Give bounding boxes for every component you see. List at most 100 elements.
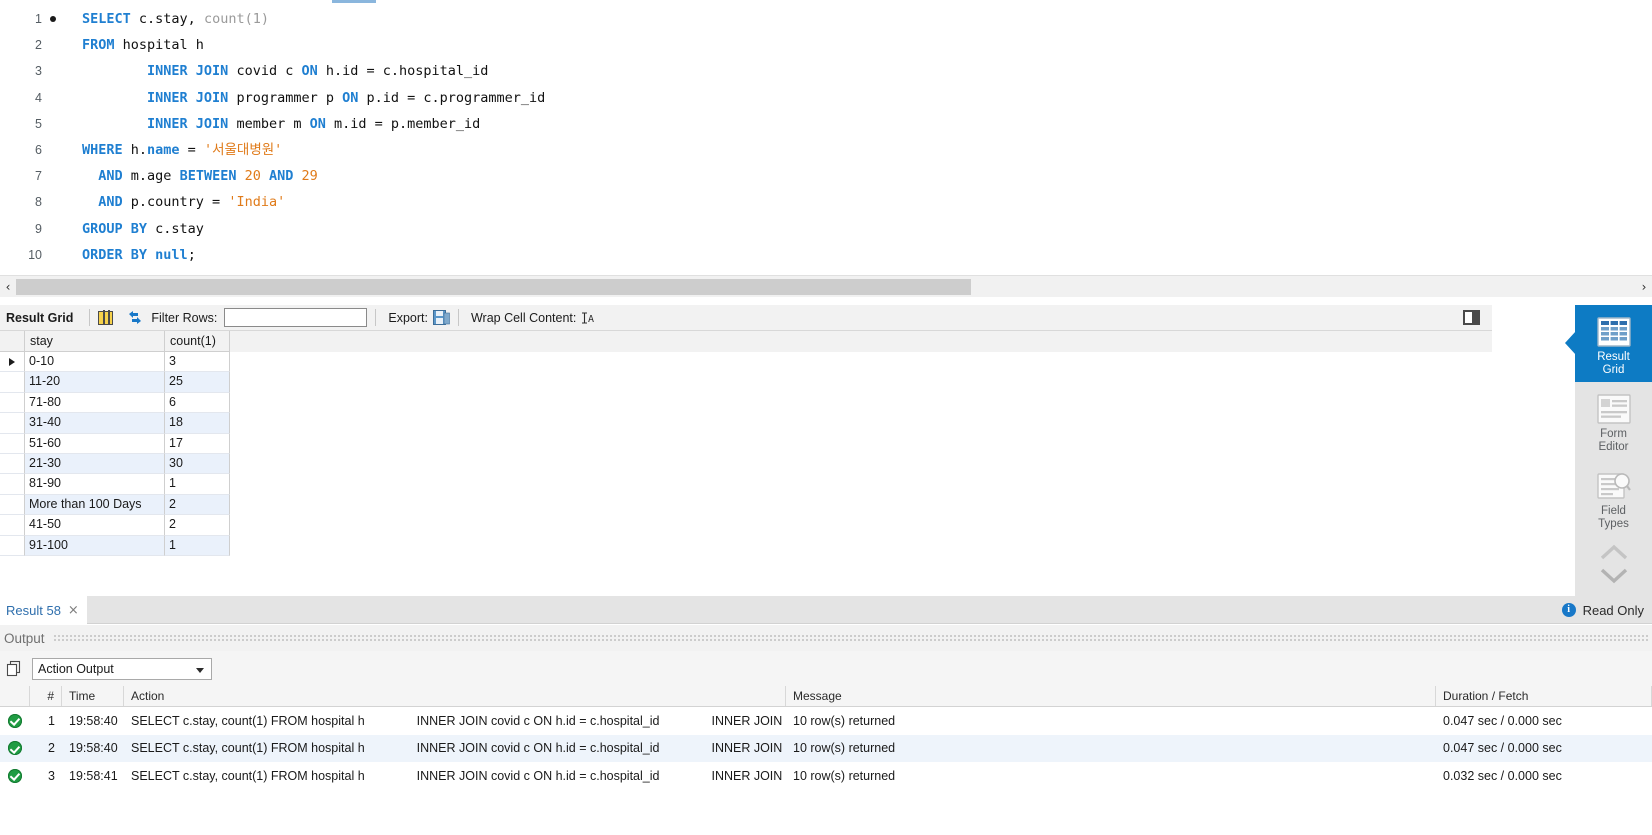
row-selector[interactable] bbox=[0, 535, 25, 556]
table-cell[interactable]: 51-60 bbox=[25, 433, 165, 454]
table-cell[interactable]: 11-20 bbox=[25, 372, 165, 393]
table-row[interactable]: 31-40 18 bbox=[0, 413, 1492, 434]
duration-cell: 0.047 sec / 0.000 sec bbox=[1443, 741, 1562, 756]
output-row[interactable]: 3 19:58:41 SELECT c.stay, count(1) FROM ho… bbox=[0, 762, 1652, 790]
row-selector[interactable] bbox=[0, 352, 25, 373]
code-line[interactable]: 9 GROUP BY c.stay bbox=[0, 216, 1652, 242]
side-tab-form-editor[interactable]: Form Editor bbox=[1575, 382, 1652, 459]
row-selector[interactable] bbox=[0, 372, 25, 393]
message-cell: 10 row(s) returned bbox=[793, 768, 896, 783]
row-selector[interactable] bbox=[0, 474, 25, 495]
table-row[interactable]: 11-20 25 bbox=[0, 372, 1492, 393]
export-icon[interactable] bbox=[432, 309, 450, 326]
table-cell[interactable]: 2 bbox=[165, 515, 230, 536]
success-icon bbox=[8, 713, 22, 728]
table-row[interactable]: 91-100 1 bbox=[0, 535, 1492, 556]
output-header-row: # Time Action Message Duration / Fetch bbox=[0, 686, 1652, 707]
code-line[interactable]: 10 ORDER BY null; bbox=[0, 242, 1652, 268]
scroll-right-arrow-icon[interactable]: › bbox=[1636, 276, 1652, 298]
current-row-marker-icon bbox=[9, 357, 15, 366]
code-line[interactable]: 5 INNER JOIN member m ON m.id = p.member… bbox=[0, 111, 1652, 137]
output-row[interactable]: 2 19:58:40 SELECT c.stay, count(1) FROM ho… bbox=[0, 734, 1652, 762]
editor-tab-fragment[interactable] bbox=[332, 0, 376, 3]
table-cell[interactable]: 81-90 bbox=[25, 474, 165, 495]
side-tab-field-types[interactable]: Field Types bbox=[1575, 459, 1652, 536]
output-stack-icon[interactable] bbox=[6, 660, 23, 677]
table-cell[interactable]: 91-100 bbox=[25, 535, 165, 556]
wrap-cell-icon[interactable]: A bbox=[581, 311, 596, 325]
table-cell[interactable]: 41-50 bbox=[25, 515, 165, 536]
action-output-table[interactable]: # Time Action Message Duration / Fetch 1 19:58… bbox=[0, 686, 1652, 835]
table-cell[interactable]: 3 bbox=[165, 352, 230, 373]
table-cell[interactable]: 31-40 bbox=[25, 413, 165, 434]
row-selector[interactable] bbox=[0, 392, 25, 414]
output-column-header[interactable]: Time bbox=[62, 686, 124, 706]
output-column-header[interactable]: Action bbox=[124, 686, 786, 706]
duration-cell: 0.032 sec / 0.000 sec bbox=[1443, 768, 1562, 783]
side-tab-label: Editor bbox=[1598, 441, 1629, 453]
filter-rows-input[interactable] bbox=[224, 308, 368, 327]
code-line[interactable]: 8 AND p.country = 'India' bbox=[0, 189, 1652, 215]
result-grid[interactable]: stay count(1) 0-10 3 11-20 25 71-80 6 31-40 18 51-… bbox=[0, 331, 1492, 596]
scrollbar-thumb[interactable] bbox=[16, 279, 971, 295]
output-header-divider bbox=[52, 634, 1648, 642]
breakpoint-icon[interactable] bbox=[50, 16, 56, 23]
table-cell[interactable]: 1 bbox=[165, 535, 230, 556]
table-cell[interactable]: 18 bbox=[165, 413, 230, 434]
code-line[interactable]: 4 INNER JOIN programmer p ON p.id = c.pr… bbox=[0, 85, 1652, 111]
table-row[interactable]: 81-90 1 bbox=[0, 474, 1492, 495]
editor-horizontal-scrollbar[interactable]: ‹ › bbox=[0, 275, 1652, 297]
table-cell[interactable]: 25 bbox=[165, 372, 230, 393]
table-row[interactable]: 71-80 6 bbox=[0, 392, 1492, 414]
table-row[interactable]: More than 100 Days 2 bbox=[0, 494, 1492, 516]
table-row[interactable]: 0-10 3 bbox=[0, 352, 1492, 373]
table-row[interactable]: 41-50 2 bbox=[0, 515, 1492, 536]
side-tab-label: Grid bbox=[1602, 364, 1625, 376]
row-selector[interactable] bbox=[0, 413, 25, 434]
table-cell[interactable]: More than 100 Days bbox=[25, 494, 165, 516]
line-number: 5 bbox=[35, 116, 42, 131]
chevron-up-icon[interactable] bbox=[1599, 544, 1629, 566]
result-tab-result-58[interactable]: Result 58 × bbox=[0, 596, 87, 624]
table-cell[interactable]: 21-30 bbox=[25, 453, 165, 475]
table-cell[interactable]: 30 bbox=[165, 453, 230, 475]
row-selector[interactable] bbox=[0, 433, 25, 454]
row-selector[interactable] bbox=[0, 453, 25, 475]
code-line[interactable]: 7 AND m.age BETWEEN 20 AND 29 bbox=[0, 163, 1652, 189]
table-cell[interactable]: 2 bbox=[165, 494, 230, 516]
output-column-header[interactable]: Message bbox=[786, 686, 1436, 706]
code-token: ( bbox=[244, 11, 253, 27]
table-cell[interactable]: 71-80 bbox=[25, 392, 165, 414]
code-text: GROUP BY c.stay bbox=[82, 216, 204, 242]
output-column-header[interactable]: Duration / Fetch bbox=[1436, 686, 1652, 706]
code-line[interactable]: 6 WHERE h.name = '서울대병원' bbox=[0, 137, 1652, 163]
table-row[interactable]: 21-30 30 bbox=[0, 453, 1492, 475]
table-cell[interactable]: 17 bbox=[165, 433, 230, 454]
scroll-left-arrow-icon[interactable]: ‹ bbox=[0, 276, 16, 298]
table-cell[interactable]: 1 bbox=[165, 474, 230, 495]
side-tab-result-grid[interactable]: Result Grid bbox=[1565, 305, 1652, 382]
refresh-icon[interactable] bbox=[127, 310, 143, 325]
sql-editor[interactable]: 1 SELECT c.stay, count(1) 2 FROM hospital h… bbox=[0, 6, 1652, 275]
code-line[interactable]: 3 INNER JOIN covid c ON h.id = c.hospita… bbox=[0, 58, 1652, 84]
code-line[interactable]: 2 FROM hospital h bbox=[0, 32, 1652, 58]
output-type-select[interactable]: Action Output bbox=[32, 657, 212, 680]
close-icon[interactable]: × bbox=[68, 603, 79, 618]
table-cell[interactable]: 0-10 bbox=[25, 352, 165, 373]
code-line[interactable]: 1 SELECT c.stay, count(1) bbox=[0, 6, 1652, 32]
result-grid-title: Result Grid bbox=[6, 310, 74, 325]
row-selector[interactable] bbox=[0, 494, 25, 516]
chevron-down-icon[interactable] bbox=[196, 667, 204, 673]
table-cell[interactable]: 6 bbox=[165, 392, 230, 414]
column-header[interactable]: stay bbox=[25, 331, 165, 352]
column-header[interactable]: count(1) bbox=[165, 331, 230, 352]
output-row[interactable]: 1 19:58:40 SELECT c.stay, count(1) FROM ho… bbox=[0, 707, 1652, 735]
chevron-down-icon[interactable] bbox=[1599, 567, 1629, 589]
toggle-side-panel-icon[interactable] bbox=[1463, 310, 1480, 325]
row-selector[interactable] bbox=[0, 515, 25, 536]
field-types-icon bbox=[1596, 467, 1631, 505]
code-token: ON bbox=[309, 115, 326, 132]
output-column-header[interactable]: # bbox=[30, 686, 62, 706]
grid-view-icon[interactable] bbox=[98, 310, 114, 325]
table-row[interactable]: 51-60 17 bbox=[0, 433, 1492, 454]
